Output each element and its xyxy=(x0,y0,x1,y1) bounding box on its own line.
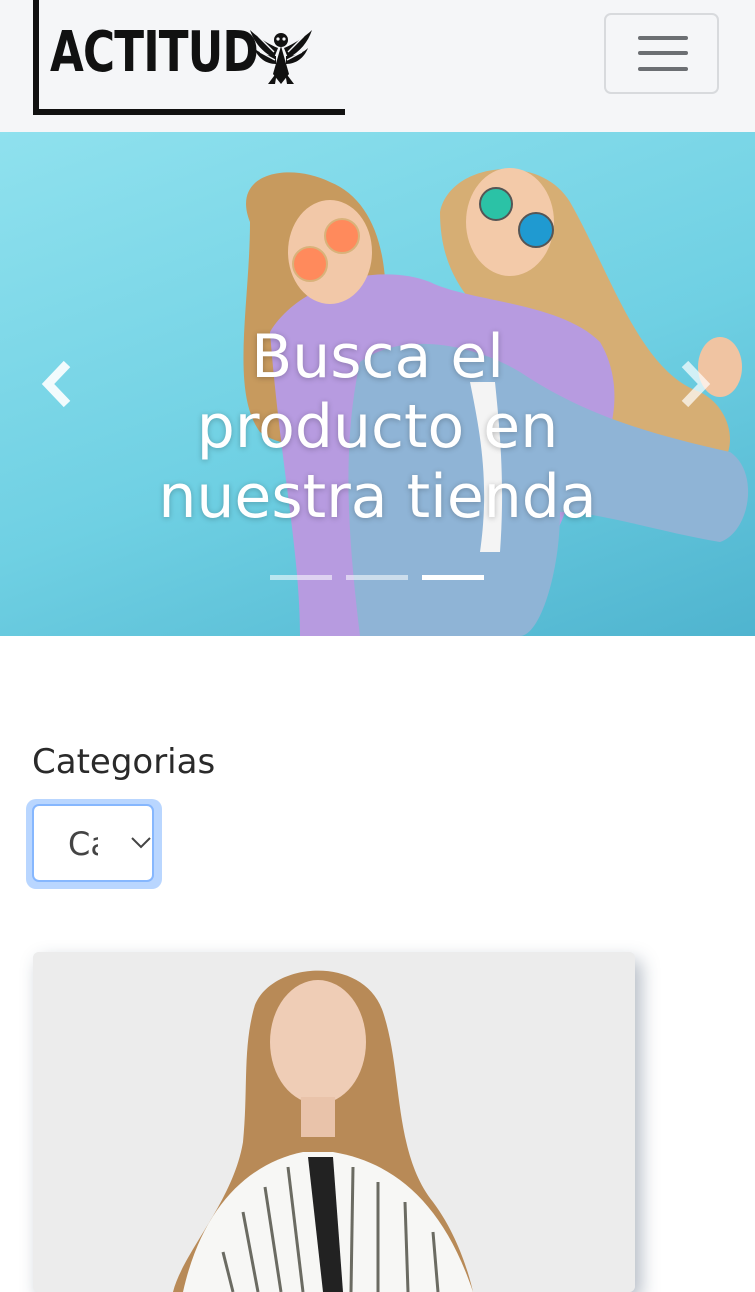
product-card[interactable] xyxy=(33,952,635,1292)
carousel-indicators xyxy=(270,575,490,581)
carousel-prev-button[interactable] xyxy=(22,332,92,436)
caption-line: producto en xyxy=(196,392,559,462)
brand-name: ACTITUD xyxy=(50,20,259,85)
chevron-right-icon xyxy=(681,360,711,408)
chevron-down-icon xyxy=(131,837,151,849)
carousel-indicator-3[interactable] xyxy=(422,575,484,580)
categories-label: Categorias xyxy=(32,742,216,782)
carousel-next-button[interactable] xyxy=(660,332,730,436)
navbar: ACTITUD xyxy=(0,0,755,132)
product-image xyxy=(33,952,635,1292)
carousel-indicator-1[interactable] xyxy=(270,575,332,580)
caption-line: nuestra tienda xyxy=(158,462,597,532)
chevron-left-icon xyxy=(41,360,71,408)
phoenix-emblem-icon xyxy=(250,30,312,84)
category-select[interactable]: Ca xyxy=(32,804,154,882)
caption-line: Busca el xyxy=(251,322,504,392)
hero-carousel: Busca el producto en nuestra tienda xyxy=(0,132,755,636)
carousel-indicator-2[interactable] xyxy=(346,575,408,580)
hamburger-menu-icon-bar xyxy=(638,51,688,55)
category-select-value: Ca xyxy=(68,825,98,863)
category-select-focus-ring: Ca xyxy=(26,799,162,889)
menu-toggle-button[interactable] xyxy=(604,13,719,94)
hamburger-menu-icon xyxy=(638,36,688,40)
carousel-caption: Busca el producto en nuestra tienda xyxy=(120,322,635,532)
hamburger-menu-icon-bar xyxy=(638,67,688,71)
